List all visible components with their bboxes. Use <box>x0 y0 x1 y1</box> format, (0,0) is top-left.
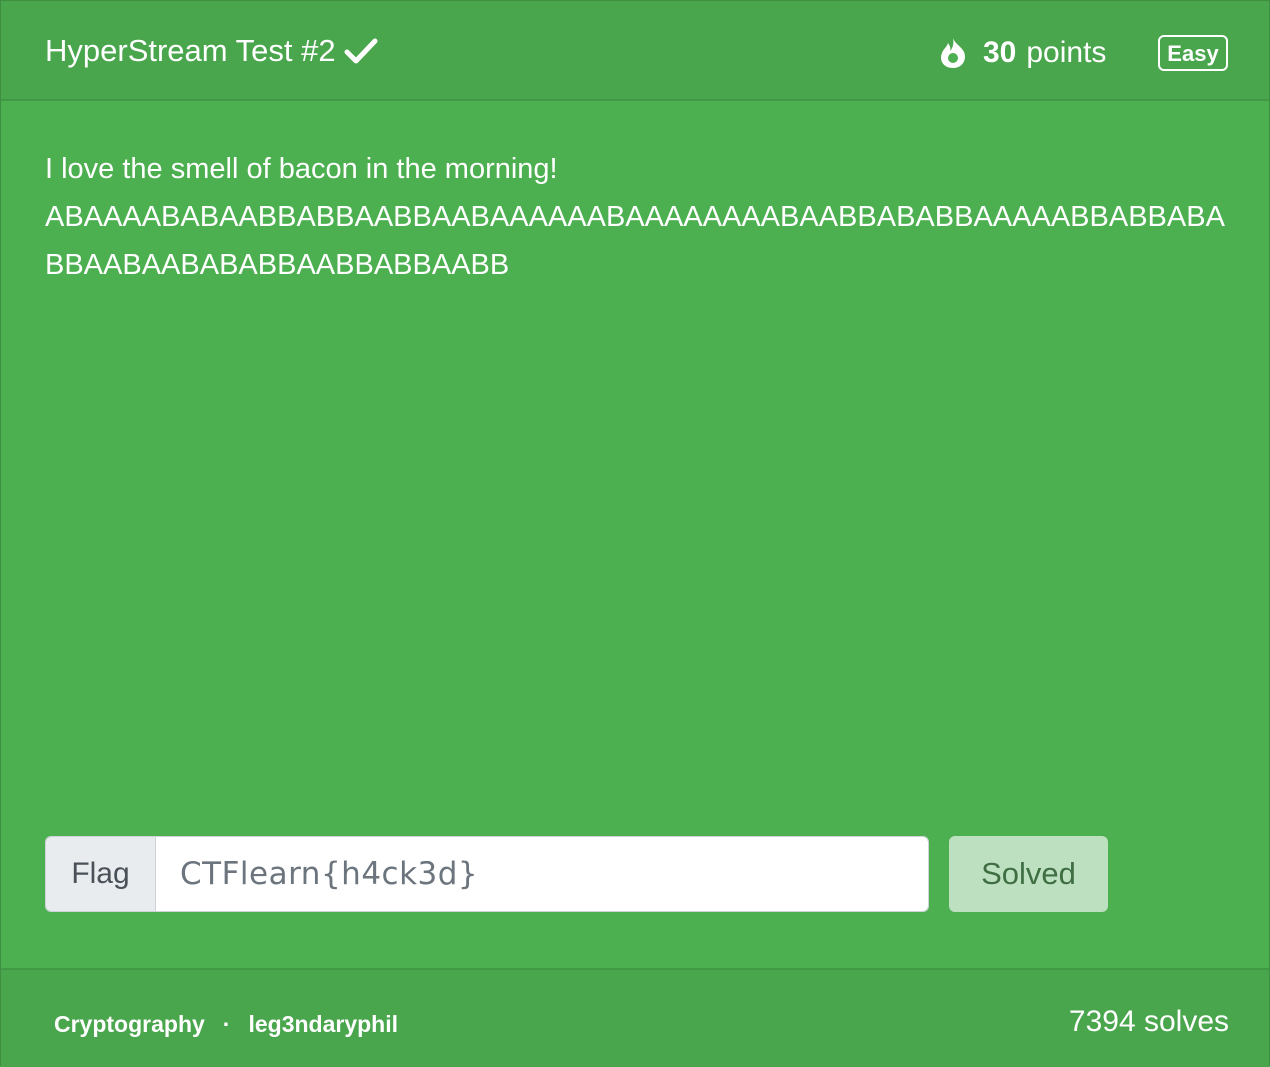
card-header: HyperStream Test #2 30 points Easy <box>1 1 1269 101</box>
author-link[interactable]: leg3ndaryphil <box>248 1011 398 1037</box>
check-icon <box>344 36 378 66</box>
cipher-text: ABAAAABABAABBABBAABBAABAAAAAABAAAAAAAABA… <box>45 201 1225 281</box>
points-label: points <box>1026 36 1107 69</box>
meta-separator: · <box>222 1011 231 1037</box>
challenge-description: I love the smell of bacon in the morning… <box>45 145 1225 289</box>
fire-icon <box>937 36 969 70</box>
category-link[interactable]: Cryptography <box>54 1011 205 1037</box>
flag-input-group: Flag CTFlearn{h4ck3d} <box>45 836 929 912</box>
flag-input[interactable]: CTFlearn{h4ck3d} <box>156 837 928 911</box>
solved-button[interactable]: Solved <box>949 836 1108 912</box>
solves-count: 7394 solves <box>1068 1005 1229 1038</box>
points-value: 30 <box>983 36 1017 69</box>
points-display: 30 points <box>937 33 1106 73</box>
description-text: I love the smell of bacon in the morning… <box>45 153 558 185</box>
difficulty-badge: Easy <box>1158 35 1228 71</box>
card-footer: Cryptography · leg3ndaryphil 7394 solves <box>1 968 1269 1067</box>
challenge-title-text: HyperStream Test #2 <box>45 33 336 68</box>
challenge-title: HyperStream Test #2 <box>45 31 378 71</box>
challenge-card: HyperStream Test #2 30 points Easy I lov… <box>0 0 1270 1067</box>
flag-label: Flag <box>46 837 156 911</box>
challenge-meta: Cryptography · leg3ndaryphil <box>54 1008 398 1040</box>
